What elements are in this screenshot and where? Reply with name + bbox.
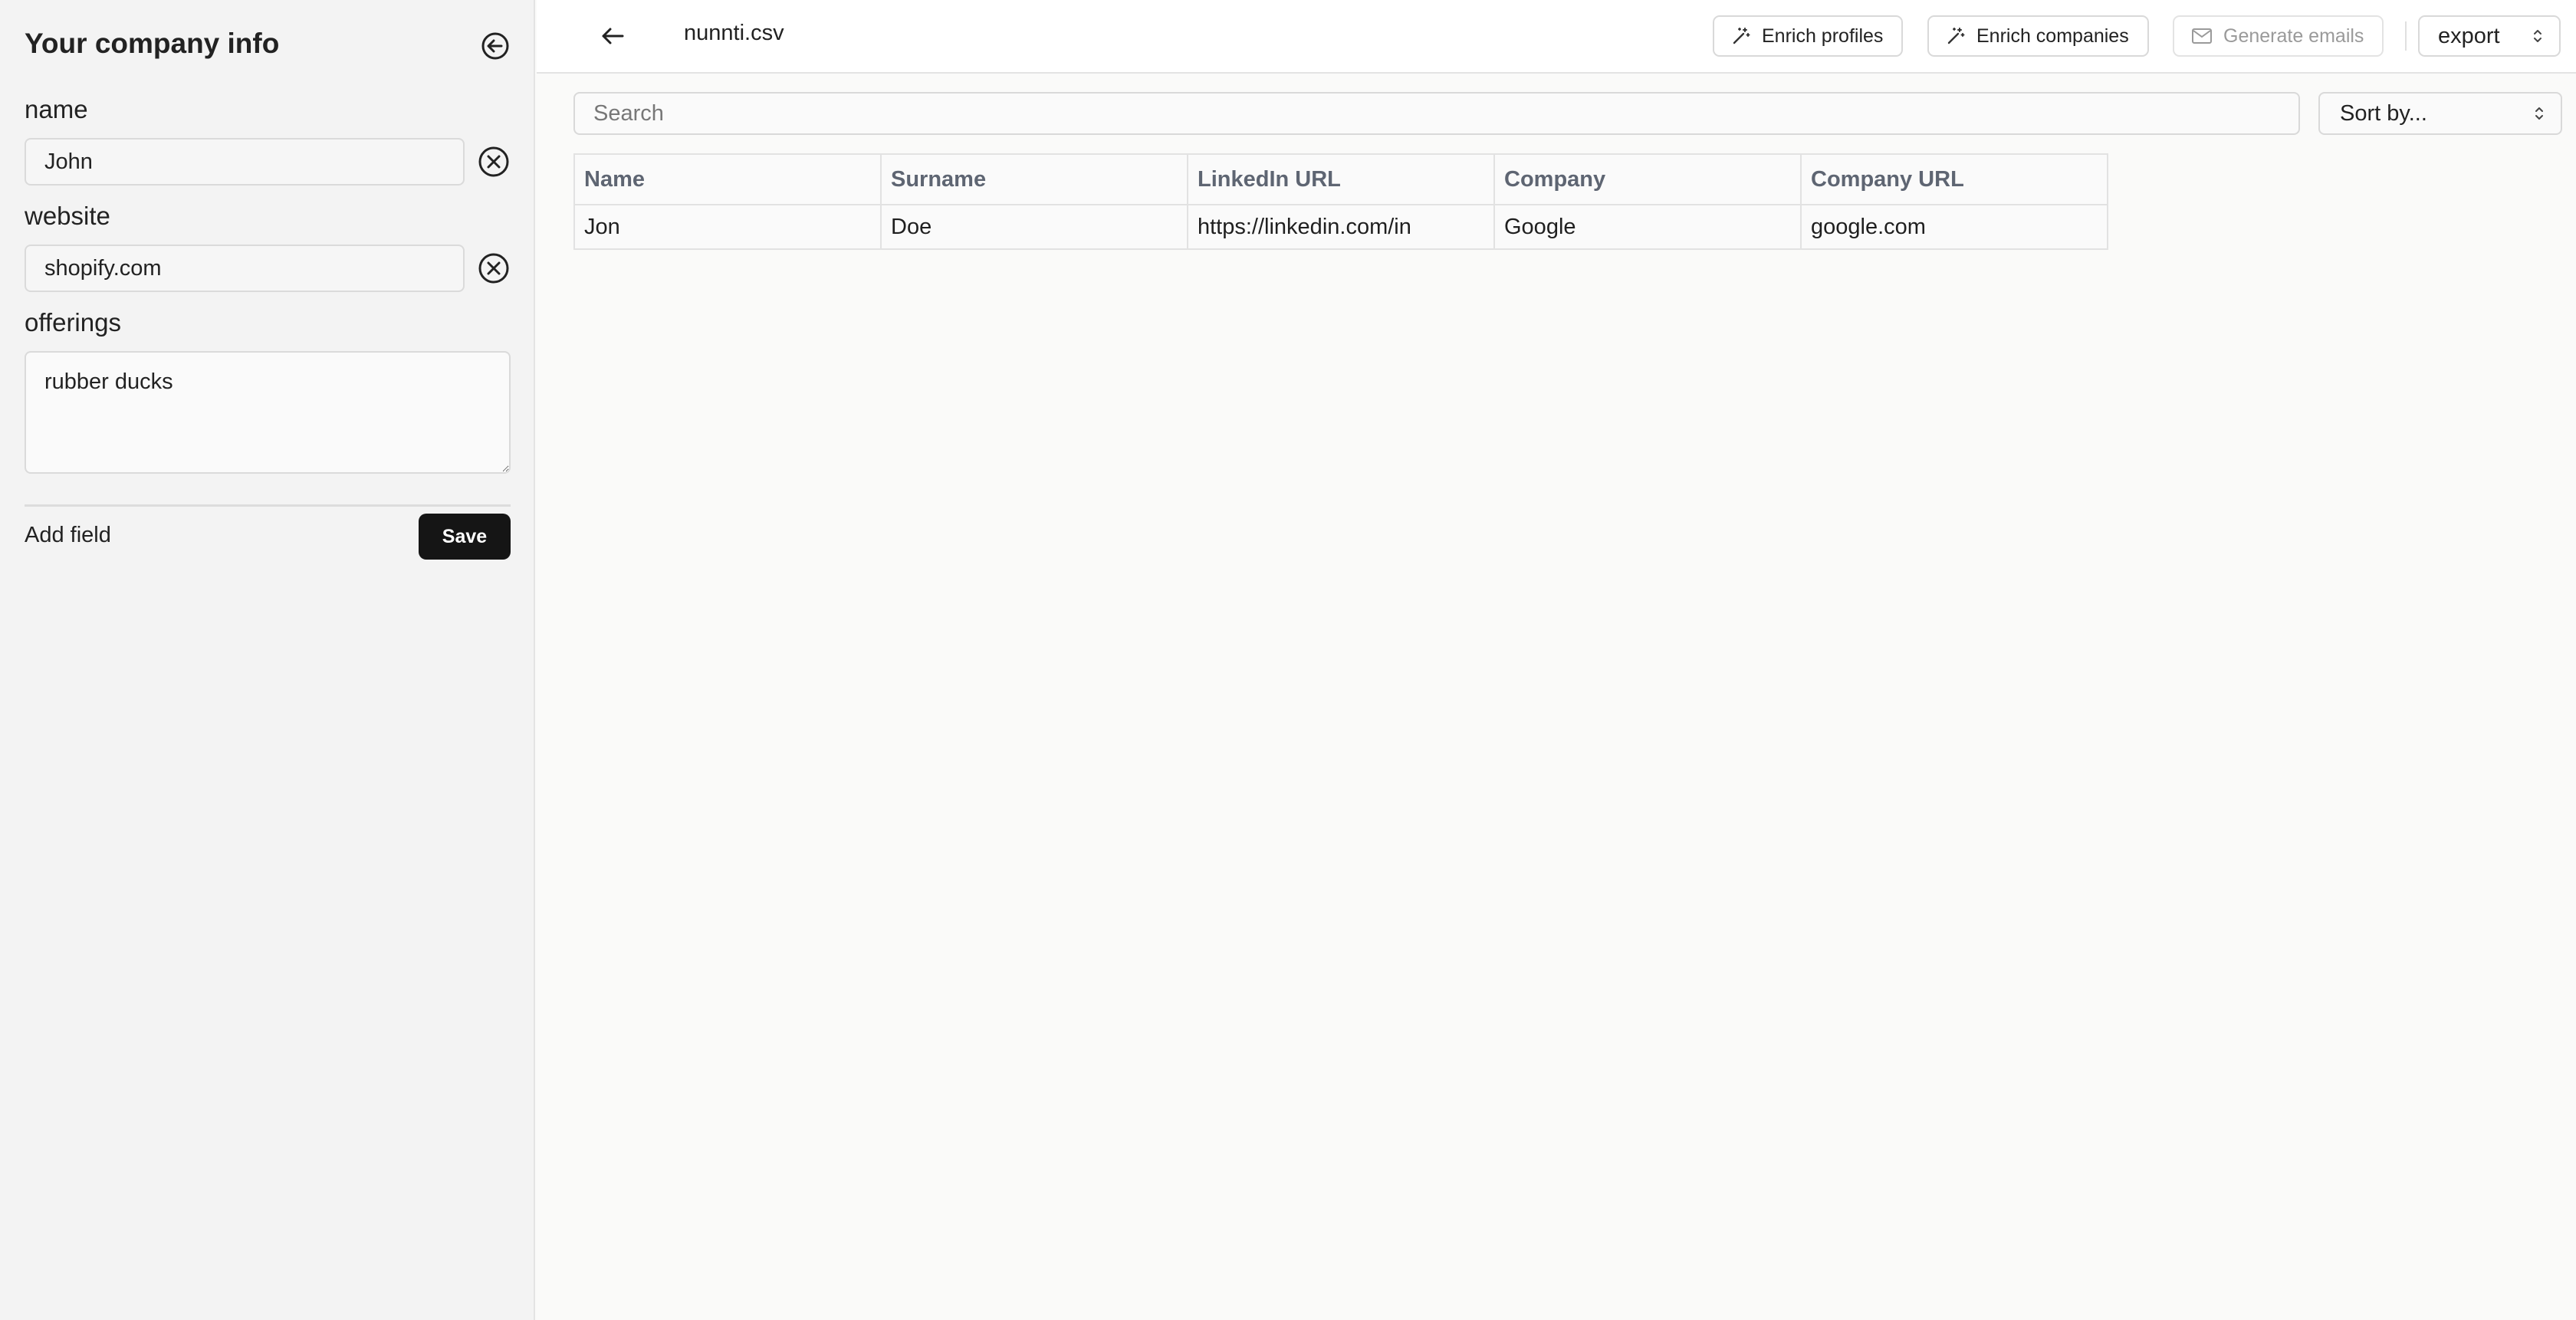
enrich-companies-button[interactable]: Enrich companies — [1927, 15, 2149, 57]
export-label: export — [2438, 23, 2500, 48]
toolbar-separator — [2405, 21, 2407, 51]
chevron-up-down-icon — [2534, 30, 2542, 42]
column-header-surname[interactable]: Surname — [880, 153, 1188, 205]
magic-wand-icon — [1947, 28, 1965, 44]
website-field[interactable] — [25, 245, 465, 292]
table-header-row: Name Surname LinkedIn URL Company Compan… — [573, 153, 2108, 205]
generate-emails-button[interactable]: Generate emails — [2173, 15, 2384, 57]
column-header-linkedin-url[interactable]: LinkedIn URL — [1187, 153, 1495, 205]
generate-emails-label: Generate emails — [2223, 25, 2364, 47]
column-header-company-url[interactable]: Company URL — [1800, 153, 2108, 205]
field-label-offerings: offerings — [25, 308, 121, 337]
table-cell-name: Jon — [573, 204, 882, 250]
column-header-company[interactable]: Company — [1493, 153, 1802, 205]
back-arrow-icon[interactable] — [598, 21, 627, 51]
file-name: nunnti.csv — [684, 21, 784, 45]
add-field-button[interactable]: Add field — [25, 523, 111, 548]
enrich-profiles-label: Enrich profiles — [1762, 25, 1884, 47]
mail-icon — [2192, 28, 2212, 44]
sort-select[interactable]: Sort by... — [2318, 92, 2562, 135]
table-cell-company: Google — [1493, 204, 1802, 250]
table-row[interactable]: Jon Doe https://linkedin.com/in Google g… — [573, 204, 2108, 250]
magic-wand-icon — [1733, 28, 1750, 44]
sort-label: Sort by... — [2340, 100, 2427, 126]
clear-name-icon[interactable] — [477, 145, 511, 179]
sidebar-divider — [25, 504, 511, 507]
sidebar-title: Your company info — [25, 28, 280, 59]
company-info-sidebar: Your company info name website offerings… — [0, 0, 535, 1320]
column-header-name[interactable]: Name — [573, 153, 882, 205]
enrich-profiles-button[interactable]: Enrich profiles — [1713, 15, 1904, 57]
name-field[interactable] — [25, 138, 465, 186]
enrich-companies-label: Enrich companies — [1976, 25, 2129, 47]
table-cell-surname: Doe — [880, 204, 1188, 250]
field-label-name: name — [25, 95, 88, 123]
collapse-sidebar-icon[interactable] — [480, 31, 511, 61]
chevron-up-down-icon — [2535, 107, 2543, 120]
table-cell-company-url: google.com — [1800, 204, 2108, 250]
field-label-website: website — [25, 202, 110, 230]
data-table: Name Surname LinkedIn URL Company Compan… — [573, 153, 2108, 250]
save-button[interactable]: Save — [419, 514, 511, 560]
clear-website-icon[interactable] — [477, 251, 511, 285]
table-cell-linkedin-url: https://linkedin.com/in — [1187, 204, 1495, 250]
search-input[interactable] — [573, 92, 2300, 135]
export-select[interactable]: export — [2418, 15, 2561, 57]
offerings-field[interactable]: rubber ducks — [25, 351, 511, 474]
